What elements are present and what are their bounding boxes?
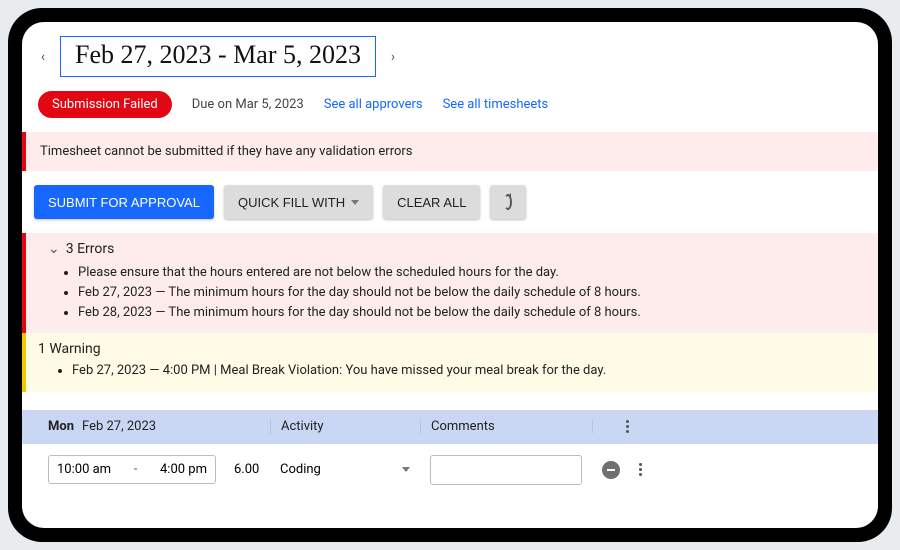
- errors-panel: ⌄ 3 Errors Please ensure that the hours …: [22, 233, 878, 333]
- time-start: 10:00 am: [57, 462, 111, 477]
- refresh-icon: [504, 194, 512, 210]
- warnings-count: 1 Warning: [38, 341, 864, 357]
- validation-error-banner: Timesheet cannot be submitted if they ha…: [22, 132, 878, 171]
- prev-week-button[interactable]: ‹: [34, 48, 52, 66]
- timesheet-row: 10:00 am - 4:00 pm 6.00 Coding: [22, 444, 878, 496]
- warning-item: Feb 27, 2023 — 4:00 PM | Meal Break Viol…: [72, 361, 864, 381]
- next-week-button[interactable]: ›: [384, 48, 402, 66]
- quick-fill-label: QUICK FILL WITH: [238, 195, 345, 210]
- status-row: Submission Failed Due on Mar 5, 2023 See…: [34, 91, 866, 118]
- hours-total: 6.00: [234, 462, 259, 477]
- submit-for-approval-button[interactable]: SUBMIT FOR APPROVAL: [34, 185, 214, 219]
- errors-header[interactable]: ⌄ 3 Errors: [48, 241, 864, 257]
- delete-row-button[interactable]: [602, 461, 620, 479]
- date-range-selector[interactable]: Feb 27, 2023 - Mar 5, 2023: [60, 36, 376, 77]
- column-menu-button[interactable]: [619, 420, 635, 433]
- timesheet-grid-header: Mon Feb 27, 2023 Activity Comments: [22, 410, 878, 444]
- activity-select[interactable]: Coding: [270, 462, 420, 477]
- activity-header: Activity: [270, 419, 420, 434]
- chevron-down-icon: ⌄: [48, 241, 60, 257]
- chevron-down-icon: [351, 200, 359, 205]
- date-navigator: ‹ Feb 27, 2023 - Mar 5, 2023 ›: [34, 36, 866, 77]
- see-approvers-link[interactable]: See all approvers: [324, 97, 423, 112]
- clear-all-button[interactable]: CLEAR ALL: [383, 185, 480, 219]
- day-abbreviation: Mon: [48, 419, 74, 434]
- due-date-text: Due on Mar 5, 2023: [192, 97, 304, 112]
- activity-value: Coding: [280, 462, 321, 477]
- see-timesheets-link[interactable]: See all timesheets: [443, 97, 549, 112]
- submission-status-badge: Submission Failed: [38, 91, 172, 118]
- action-row: SUBMIT FOR APPROVAL QUICK FILL WITH CLEA…: [34, 185, 866, 219]
- comments-header: Comments: [420, 419, 592, 434]
- error-item: Please ensure that the hours entered are…: [78, 263, 864, 283]
- row-menu-button[interactable]: [632, 463, 648, 476]
- warnings-panel: 1 Warning Feb 27, 2023 — 4:00 PM | Meal …: [22, 333, 878, 391]
- time-separator: -: [134, 462, 138, 477]
- quick-fill-button[interactable]: QUICK FILL WITH: [224, 185, 373, 219]
- chevron-down-icon: [402, 467, 410, 472]
- refresh-button[interactable]: [490, 185, 526, 219]
- error-item: Feb 28, 2023 — The minimum hours for the…: [78, 303, 864, 323]
- time-end: 4:00 pm: [160, 462, 207, 477]
- errors-count: 3 Errors: [66, 241, 115, 257]
- error-item: Feb 27, 2023 — The minimum hours for the…: [78, 283, 864, 303]
- comments-input[interactable]: [430, 455, 582, 485]
- time-range-input[interactable]: 10:00 am - 4:00 pm: [48, 455, 216, 484]
- day-date: Feb 27, 2023: [82, 419, 156, 434]
